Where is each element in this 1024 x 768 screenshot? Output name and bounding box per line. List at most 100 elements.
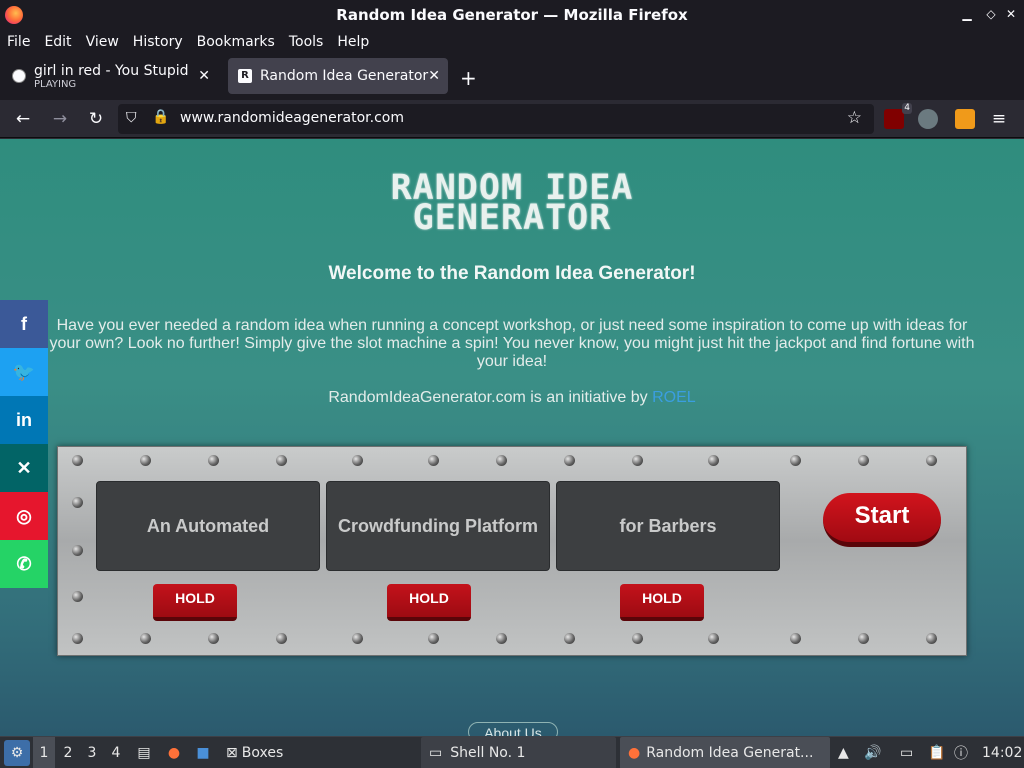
rivet (564, 633, 575, 644)
rivet (140, 633, 151, 644)
menu-bookmarks[interactable]: Bookmarks (197, 34, 275, 50)
menu-tools[interactable]: Tools (289, 34, 324, 50)
linkedin-icon[interactable]: in (0, 396, 48, 444)
rivet (632, 455, 643, 466)
rivet (352, 455, 363, 466)
close-window-icon[interactable]: ✕ (1004, 7, 1018, 21)
boxes-label: Boxes (241, 745, 284, 761)
slot-reel-3: for Barbers (556, 481, 780, 571)
navigation-toolbar: ← → ↻ ⛉ 🔒 www.randomideagenerator.com ☆ … (0, 100, 1024, 138)
window-title: Random Idea Generator — Mozilla Firefox (336, 6, 688, 24)
rivet (428, 633, 439, 644)
menu-file[interactable]: File (7, 34, 30, 50)
window-icon[interactable]: ■ (193, 737, 213, 768)
menu-help[interactable]: Help (337, 34, 369, 50)
rivet (428, 455, 439, 466)
hamburger-menu-icon[interactable]: ≡ (988, 108, 1010, 130)
rivet (72, 455, 83, 466)
firefox-logo-icon (5, 6, 23, 24)
tab-girl-in-red[interactable]: girl in red - You Stupid Bi PLAYING ✕ (2, 58, 218, 94)
weibo-icon[interactable]: ◎ (0, 492, 48, 540)
window-titlebar: Random Idea Generator — Mozilla Firefox … (0, 0, 1024, 30)
maximize-icon[interactable]: ◇ (984, 7, 998, 21)
facebook-icon[interactable]: f (0, 300, 48, 348)
slot-reel-1: An Automated (96, 481, 320, 571)
rivet (72, 633, 83, 644)
start-button[interactable]: Start (823, 493, 941, 547)
web-page-content: RANDOM IDEA GENERATOR Welcome to the Ran… (0, 139, 1024, 736)
roel-link[interactable]: ROEL (652, 389, 696, 406)
rivet (858, 633, 869, 644)
tab-random-idea-generator[interactable]: R Random Idea Generator ✕ (228, 58, 448, 94)
tab-title: girl in red - You Stupid Bi (34, 62, 194, 79)
tray-scroll-icon[interactable]: ▲ (838, 737, 850, 768)
rivet (140, 455, 151, 466)
slot-reel-2: Crowdfunding Platform (326, 481, 550, 571)
menu-history[interactable]: History (133, 34, 183, 50)
hold-button-2[interactable]: HOLD (387, 584, 471, 621)
firefox-launcher-icon[interactable]: ● (164, 737, 184, 768)
rivet (926, 455, 937, 466)
rivet (790, 455, 801, 466)
taskbar-firefox-window[interactable]: ● Random Idea Generat... (620, 737, 830, 768)
clock[interactable]: 14:02 (982, 737, 1022, 768)
minimize-icon[interactable]: ▁ (960, 7, 974, 21)
hold-button-3[interactable]: HOLD (620, 584, 704, 621)
taskbar-shell-window[interactable]: ▭ Shell No. 1 (421, 737, 616, 768)
rivet (632, 633, 643, 644)
reload-icon[interactable]: ↻ (85, 108, 107, 130)
workspace-3[interactable]: 3 (81, 737, 103, 768)
lock-icon[interactable]: 🔒 (152, 109, 169, 125)
tracking-shield-icon[interactable]: ⛉ (126, 110, 137, 126)
rivet (72, 591, 83, 602)
url-text[interactable]: www.randomideagenerator.com (180, 110, 404, 126)
close-tab-icon[interactable]: ✕ (198, 68, 210, 84)
intro-paragraph: Have you ever needed a random idea when … (49, 317, 975, 370)
social-share-sidebar: f 🐦 in ✕ ◎ ✆ (0, 300, 48, 588)
shell-label: Shell No. 1 (450, 745, 526, 761)
menu-edit[interactable]: Edit (44, 34, 71, 50)
app-menu-icon[interactable]: ⚙ (4, 740, 30, 766)
workspace-2[interactable]: 2 (57, 737, 79, 768)
tab-bar: girl in red - You Stupid Bi PLAYING ✕ R … (0, 54, 1024, 100)
rivet (72, 545, 83, 556)
terminal-icon: ▭ (429, 745, 443, 761)
close-tab-icon[interactable]: ✕ (428, 68, 440, 84)
file-manager-icon[interactable]: ▤ (134, 737, 154, 768)
whatsapp-icon[interactable]: ✆ (0, 540, 48, 588)
rivet (276, 633, 287, 644)
rivet (208, 633, 219, 644)
initiative-line: RandomIdeaGenerator.com is an initiative… (0, 389, 1024, 407)
rivet (72, 497, 83, 508)
new-tab-plus-icon[interactable]: + (460, 66, 477, 90)
extension-box-icon[interactable] (955, 109, 975, 129)
twitter-icon[interactable]: 🐦 (0, 348, 48, 396)
initiative-text: RandomIdeaGenerator.com is an initiative… (328, 389, 653, 406)
bookmark-star-icon[interactable]: ☆ (847, 108, 862, 128)
url-bar[interactable]: ⛉ 🔒 www.randomideagenerator.com ☆ (118, 104, 874, 134)
ublock-origin-icon[interactable]: 4 (884, 103, 912, 129)
volume-icon[interactable]: 🔊 (864, 737, 882, 768)
workspace-4[interactable]: 4 (105, 737, 127, 768)
r-favicon-icon: R (238, 69, 252, 83)
hold-button-1[interactable]: HOLD (153, 584, 237, 621)
privacy-badger-icon[interactable] (918, 109, 938, 129)
rivet (790, 633, 801, 644)
clipboard-icon[interactable]: 📋 (928, 737, 946, 768)
forward-arrow-icon[interactable]: → (49, 108, 71, 130)
rivet (926, 633, 937, 644)
network-icon[interactable]: ▭ (900, 737, 918, 768)
site-logo[interactable]: RANDOM IDEA GENERATOR (340, 171, 684, 236)
rivet (496, 455, 507, 466)
system-taskbar: ⚙ 1 2 3 4 ▤ ● ■ ⊠ Boxes ▭ Shell No. 1 ● … (0, 736, 1024, 768)
firefox-window-label: Random Idea Generat... (646, 745, 814, 761)
rivet (208, 455, 219, 466)
back-arrow-icon[interactable]: ← (12, 108, 34, 130)
workspace-1[interactable]: 1 (33, 737, 55, 768)
rivet (276, 455, 287, 466)
notification-icon[interactable]: ⓘ (954, 737, 972, 768)
boxes-launcher[interactable]: ⊠ Boxes (226, 737, 283, 768)
about-us-link[interactable]: About Us (468, 722, 558, 736)
menu-view[interactable]: View (86, 34, 119, 50)
xing-icon[interactable]: ✕ (0, 444, 48, 492)
